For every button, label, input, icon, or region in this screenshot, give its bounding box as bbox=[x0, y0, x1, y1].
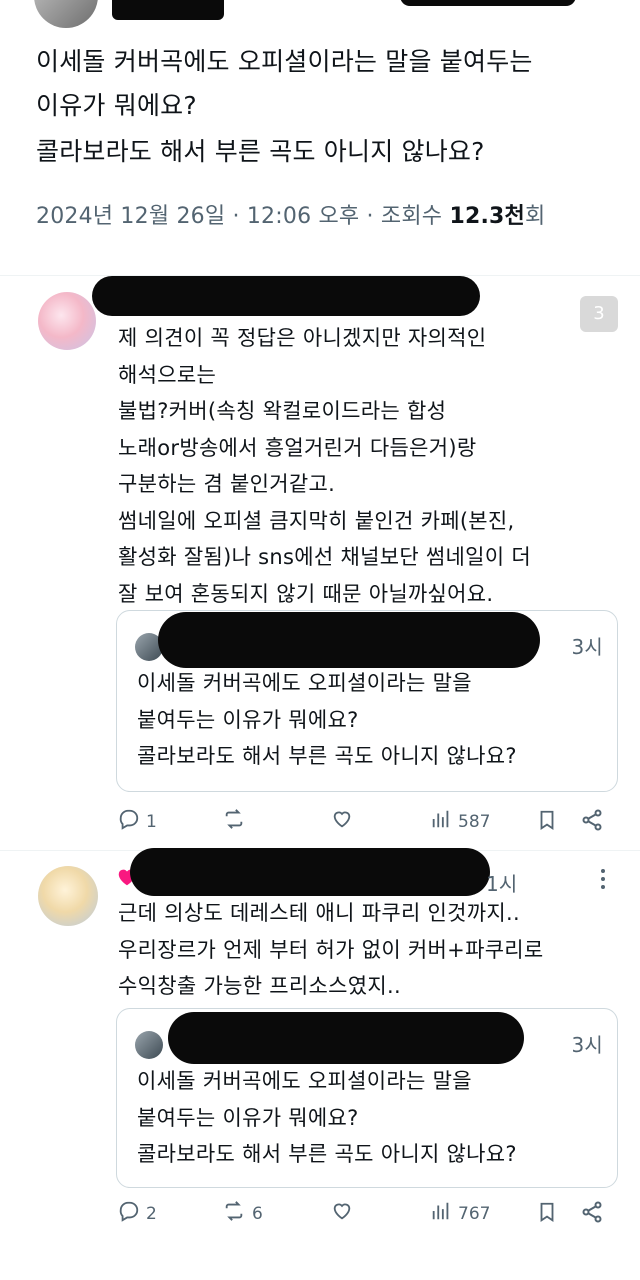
reply1-author-redaction bbox=[92, 276, 480, 316]
quote-line: 이세돌 커버곡에도 오피셜이라는 말을 bbox=[137, 671, 472, 695]
repost-count: 6 bbox=[252, 1203, 263, 1224]
repost-button[interactable]: 6 bbox=[222, 1200, 263, 1227]
reply1-line: 제 의견이 꼭 정답은 아니겠지만 자의적인 bbox=[118, 326, 487, 350]
main-tweet-line: 이세돌 커버곡에도 오피셜이라는 말을 붙여두는 bbox=[36, 47, 533, 76]
more-icon[interactable] bbox=[600, 868, 610, 894]
share-button[interactable] bbox=[580, 1200, 604, 1229]
views-button[interactable]: 587 bbox=[430, 808, 490, 835]
main-author-name-redaction bbox=[112, 0, 224, 20]
like-button[interactable] bbox=[330, 1200, 354, 1227]
quote-line: 콜라보라도 해서 부른 곡도 아니지 않나요? bbox=[137, 1142, 517, 1166]
reply2-text: 근데 의상도 데레스테 애니 파쿠리 인것까지.. 우리장르가 언제 부터 허가… bbox=[118, 895, 628, 1005]
reply1-line: 활성화 잘됨)나 sns에선 채널보단 썸네일이 더 bbox=[118, 545, 531, 569]
quote1-author-redaction bbox=[158, 612, 540, 668]
quote-time: 3시 bbox=[571, 635, 603, 659]
main-tweet-text: 이세돌 커버곡에도 오피셜이라는 말을 붙여두는 이유가 뭐에요? 콜라보라도 … bbox=[36, 40, 636, 174]
quote2-author-redaction bbox=[168, 1012, 524, 1064]
like-button[interactable] bbox=[330, 808, 354, 835]
main-tweet-meta: 2024년 12월 26일 · 12:06 오후 · 조회수 12.3천회 bbox=[36, 198, 636, 230]
reply-button[interactable]: 2 bbox=[118, 1200, 157, 1227]
reply-button[interactable]: 1 bbox=[118, 808, 157, 835]
reply1-line: 구분하는 겸 붙인거같고. bbox=[118, 472, 336, 496]
tweet-timestamp[interactable]: 2024년 12월 26일 · 12:06 오후 · 조회수 bbox=[36, 204, 449, 229]
reply1-line: 썸네일에 오피셜 큼지막히 붙인건 카페(본진, bbox=[118, 508, 515, 533]
reply-count: 1 bbox=[146, 811, 157, 832]
repost-icon bbox=[222, 1200, 246, 1227]
repost-icon bbox=[222, 808, 246, 835]
quote-line: 콜라보라도 해서 부른 곡도 아니지 않나요? bbox=[137, 744, 517, 768]
quote-time: 3시 bbox=[571, 1033, 603, 1057]
reply-icon bbox=[118, 808, 140, 835]
reply1-author-avatar[interactable] bbox=[38, 292, 96, 350]
bookmark-icon bbox=[536, 808, 558, 837]
reply2-author-redaction bbox=[130, 848, 490, 896]
reply1-line: 잘 보여 혼동되지 않기 때문 아닐까싶어요. bbox=[118, 581, 494, 606]
reply1-line: 노래or방송에서 흥얼거린거 다듬은거)랑 bbox=[118, 435, 477, 460]
reply1-text: 제 의견이 꼭 정답은 아니겠지만 자의적인 해석으로는 불법?커버(속칭 왁컬… bbox=[118, 320, 618, 612]
bookmark-icon bbox=[536, 1200, 558, 1229]
main-author-avatar[interactable] bbox=[34, 0, 98, 28]
views-icon bbox=[430, 1200, 452, 1227]
quote-line: 붙여두는 이유가 뭐에요? bbox=[137, 707, 359, 732]
share-icon bbox=[580, 1200, 604, 1229]
share-button[interactable] bbox=[580, 808, 604, 837]
reply2-author-avatar[interactable] bbox=[38, 866, 98, 926]
quote-line: 붙여두는 이유가 뭐에요? bbox=[137, 1105, 359, 1130]
quote-text: 이세돌 커버곡에도 오피셜이라는 말을 붙여두는 이유가 뭐에요? 콜라보라도 … bbox=[137, 665, 607, 775]
repost-button[interactable] bbox=[222, 808, 252, 835]
like-icon bbox=[330, 808, 354, 835]
reply1-line: 불법?커버(속칭 왁컬로이드라는 합성 bbox=[118, 399, 447, 423]
view-count-suffix: 회 bbox=[524, 204, 546, 229]
quote-author-avatar bbox=[135, 1031, 163, 1059]
reply2-time: 1시 bbox=[486, 872, 518, 896]
like-icon bbox=[330, 1200, 354, 1227]
reply1-line: 해석으로는 bbox=[118, 362, 217, 387]
views-icon bbox=[430, 808, 452, 835]
reply-count: 2 bbox=[146, 1203, 157, 1224]
main-tweet-line: 콜라보라도 해서 부른 곡도 아니지 않나요? bbox=[36, 137, 485, 166]
reply-icon bbox=[118, 1200, 140, 1227]
reply2-line: 수익창출 가능한 프리소스였지.. bbox=[118, 974, 401, 998]
views-count: 767 bbox=[458, 1203, 491, 1224]
view-count: 12.3천 bbox=[449, 204, 525, 229]
reply2-line: 근데 의상도 데레스테 애니 파쿠리 인것까지.. bbox=[118, 901, 520, 925]
reply2-line: 우리장르가 언제 부터 허가 없이 커버+파쿠리로 bbox=[118, 937, 544, 962]
share-icon bbox=[580, 808, 604, 837]
views-button[interactable]: 767 bbox=[430, 1200, 490, 1227]
main-author-handle-redaction bbox=[400, 0, 576, 6]
views-count: 587 bbox=[458, 811, 491, 832]
bookmark-button[interactable] bbox=[536, 808, 558, 837]
quote-line: 이세돌 커버곡에도 오피셜이라는 말을 bbox=[137, 1069, 472, 1093]
main-tweet-line: 이유가 뭐에요? bbox=[36, 91, 197, 120]
bookmark-button[interactable] bbox=[536, 1200, 558, 1229]
quote-text: 이세돌 커버곡에도 오피셜이라는 말을 붙여두는 이유가 뭐에요? 콜라보라도 … bbox=[137, 1063, 607, 1173]
